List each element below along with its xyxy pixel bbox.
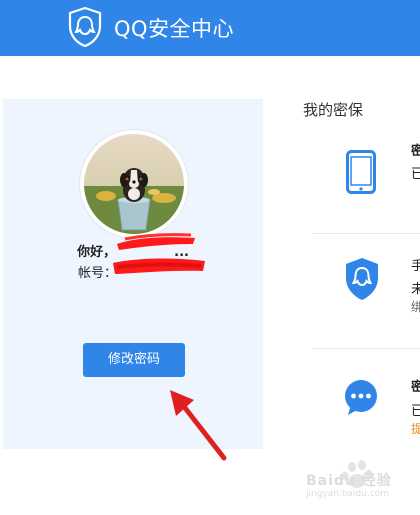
divider (312, 348, 420, 349)
watermark-text: Baidu 经验 (306, 473, 392, 489)
phone-icon (346, 150, 376, 194)
qq-shield-icon (346, 258, 378, 300)
avatar-image (84, 134, 184, 234)
app-title: QQ安全中心 (114, 17, 235, 41)
watermark-url: jingyan.baidu.com (306, 489, 390, 499)
redaction-mark (113, 258, 205, 274)
security-item-subtext: 绑 (411, 300, 420, 314)
security-item-title: 手 (411, 259, 420, 274)
account-label: 帐号： (77, 266, 117, 281)
security-section-title: 我的密保 (303, 101, 364, 119)
security-item-warning: 提 (411, 422, 420, 436)
change-password-button[interactable]: 修改密码 (83, 343, 185, 377)
shield-logo-icon (68, 6, 102, 48)
redaction-mark (117, 233, 195, 250)
security-item-title: 密 (411, 380, 420, 395)
security-item-status: 已 (411, 167, 420, 182)
security-item-title: 密 (411, 144, 420, 159)
annotation-arrow-icon (170, 390, 227, 461)
message-icon (345, 380, 377, 415)
security-item-status: 未 (411, 282, 420, 297)
security-item-status: 已 (411, 404, 420, 419)
header-bar: QQ安全中心 (0, 0, 420, 56)
divider (312, 233, 420, 234)
avatar (80, 130, 188, 238)
